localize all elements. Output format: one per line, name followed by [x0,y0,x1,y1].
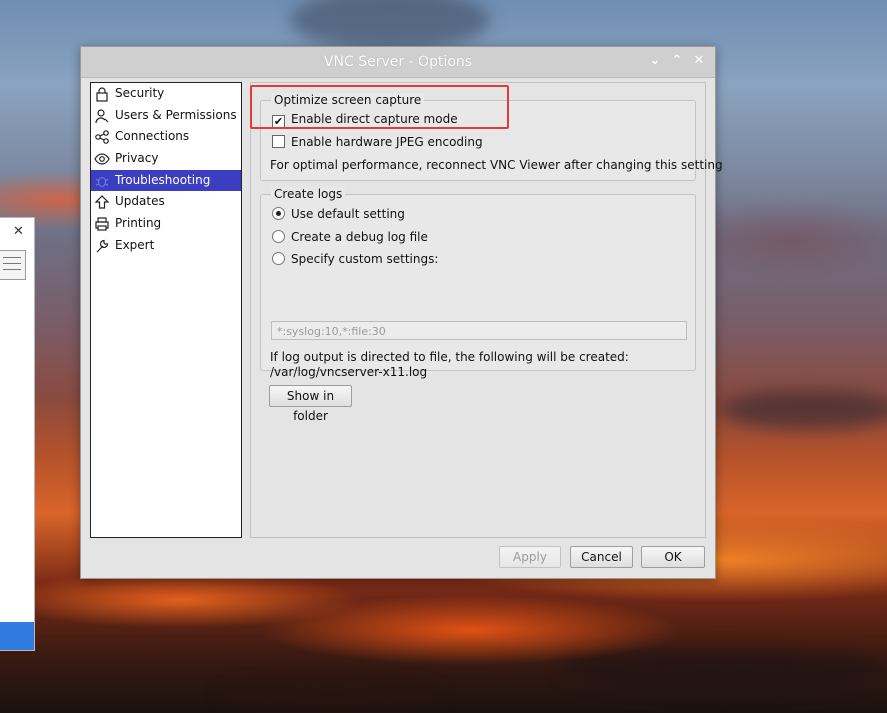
sky-cloud [220,680,440,710]
lock-icon [96,87,108,102]
troubleshooting-panel: Optimize screen capture ✔ Enable direct c… [250,82,723,538]
eye-icon [94,153,110,165]
checkbox-unchecked-icon[interactable] [272,135,285,148]
printer-icon [95,217,109,231]
sidebar-item-updates[interactable]: Updates [91,191,241,213]
radio-unselected-icon[interactable] [272,230,285,243]
category-sidebar: Security Users & Permissions Connections… [90,82,242,538]
radio-label: Create a debug log file [291,230,428,244]
sidebar-item-security[interactable]: Security [91,83,241,105]
sidebar-item-label: Privacy [115,151,159,166]
menu-icon[interactable] [0,250,26,280]
show-in-folder-button[interactable]: Show in folder [269,385,352,423]
radio-label: Use default setting [291,207,405,221]
wrench-icon [96,239,109,253]
custom-log-settings-input[interactable]: *:syslog:10,*:file:30 [271,321,687,340]
sidebar-item-printing[interactable]: Printing [91,213,241,235]
log-info-line: If log output is directed to file, the f… [270,350,629,364]
background-window: ✕ [0,217,35,651]
cancel-button[interactable]: Cancel [570,546,633,568]
sky-cloud [290,0,490,50]
reconnect-note: For optimal performance, reconnect VNC V… [270,158,723,172]
close-icon[interactable]: ✕ [13,224,24,239]
apply-button[interactable]: Apply [499,546,561,568]
sidebar-item-label: Updates [115,194,165,209]
hardware-jpeg-checkbox[interactable]: Enable hardware JPEG encoding [272,135,483,149]
sky-cloud [560,650,887,690]
checkbox-label: Enable hardware JPEG encoding [291,135,483,149]
radio-unselected-icon[interactable] [272,252,285,265]
minimize-icon[interactable]: ⌄ [647,52,663,70]
close-icon[interactable]: ✕ [691,52,707,70]
sidebar-item-users-permissions[interactable]: Users & Permissions [91,105,241,127]
sidebar-item-label: Connections [115,129,190,144]
sidebar-item-expert[interactable]: Expert [91,235,241,257]
maximize-icon[interactable]: ⌃ [669,52,685,70]
sidebar-item-label: Expert [115,237,155,252]
group-title: Create logs [271,187,346,201]
sidebar-item-label: Troubleshooting [115,172,211,187]
sidebar-item-label: Users & Permissions [115,107,237,122]
radio-debug-log[interactable]: Create a debug log file [272,230,428,244]
sky-cloud [720,390,887,430]
share-icon [95,130,109,145]
window-title: VNC Server - Options [323,54,473,70]
radio-custom-settings[interactable]: Specify custom settings: [272,252,438,266]
sidebar-item-label: Security [115,86,165,100]
user-icon [95,109,109,123]
title-bar[interactable]: VNC Server - Options ⌄ ⌃ ✕ [81,47,715,78]
sidebar-item-label: Printing [115,216,162,231]
bug-icon [95,176,109,187]
radio-default-setting[interactable]: Use default setting [272,207,405,221]
ok-button[interactable]: OK [641,546,705,568]
sidebar-item-connections[interactable]: Connections [91,126,241,148]
update-icon [94,195,110,210]
create-logs-group: Create logs Use default setting Create a… [260,187,696,371]
radio-label: Specify custom settings: [291,252,439,266]
selected-item-strip[interactable] [0,622,34,650]
sidebar-item-privacy[interactable]: Privacy [91,148,241,170]
annotation-highlight-box [250,85,509,129]
sidebar-item-troubleshooting[interactable]: Troubleshooting [91,169,241,192]
radio-selected-icon[interactable] [272,207,285,220]
log-file-path: /var/log/vncserver-x11.log [270,365,428,379]
